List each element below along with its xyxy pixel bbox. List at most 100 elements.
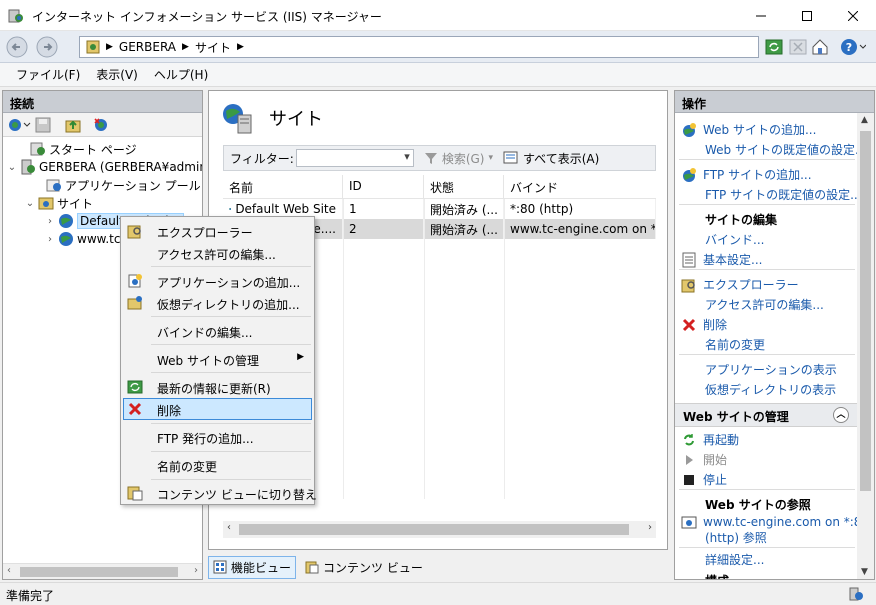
- tree-node-sites[interactable]: ⌄ サイト: [25, 194, 93, 212]
- action-stop[interactable]: 停止: [681, 471, 727, 488]
- home-icon[interactable]: [811, 38, 829, 56]
- minimize-button[interactable]: [738, 0, 784, 31]
- grid-horizontal-scrollbar[interactable]: ‹ ›: [223, 521, 656, 538]
- globe-icon: [59, 232, 73, 246]
- delete-x-icon: [682, 318, 696, 331]
- scroll-thumb[interactable]: [860, 131, 871, 491]
- expand-arrow-icon[interactable]: ›: [45, 216, 55, 227]
- action-start[interactable]: 開始: [681, 451, 727, 468]
- server-icon: [21, 159, 35, 175]
- filter-label: フィルター:: [230, 151, 294, 166]
- maximize-button[interactable]: [784, 0, 830, 31]
- row-binding: *:80 (http): [504, 199, 656, 219]
- start-icon: [686, 454, 693, 465]
- configure-title: 構成: [705, 572, 729, 579]
- column-name[interactable]: 名前: [223, 175, 343, 198]
- scroll-left-icon[interactable]: ‹: [227, 522, 231, 533]
- stop-icon[interactable]: [789, 38, 807, 56]
- action-advanced-settings[interactable]: 詳細設定...: [705, 551, 764, 568]
- action-edit-permissions[interactable]: アクセス許可の編集...: [705, 296, 824, 313]
- action-rename[interactable]: 名前の変更: [705, 336, 765, 353]
- context-menu: エクスプローラー アクセス許可の編集... アプリケーションの追加... 仮想デ…: [120, 216, 317, 505]
- collapse-up-icon[interactable]: ︿: [833, 407, 849, 423]
- filter-input[interactable]: [295, 149, 414, 167]
- show-all-button[interactable]: すべて表示(A): [503, 150, 599, 167]
- tree-node-app-pools[interactable]: アプリケーション プール: [33, 176, 201, 194]
- stop-square-icon: [684, 474, 694, 485]
- action-web-site-defaults[interactable]: Web サイトの既定値の設定...: [705, 141, 866, 158]
- connect-icon[interactable]: [7, 117, 31, 133]
- tree-node-start-page[interactable]: スタート ページ: [17, 140, 137, 158]
- disconnect-icon[interactable]: [93, 117, 109, 133]
- context-item-switch-content-view[interactable]: コンテンツ ビューに切り替え: [123, 482, 317, 504]
- add-virtual-dir-icon: [127, 296, 142, 310]
- scroll-down-icon[interactable]: ▼: [861, 567, 868, 577]
- tree-node-server[interactable]: ⌄ GERBERA (GERBERA¥adminku: [7, 158, 202, 176]
- globe-icon: [59, 214, 73, 228]
- help-icon[interactable]: ?: [840, 38, 866, 56]
- forward-button[interactable]: [36, 36, 58, 58]
- submenu-arrow-icon: ▶: [297, 352, 304, 362]
- context-item-edit-bindings[interactable]: バインドの編集...: [123, 320, 312, 342]
- context-item-explore[interactable]: エクスプローラー: [123, 220, 312, 242]
- address-box[interactable]: ▶ GERBERA ▶ サイト ▶: [79, 36, 759, 58]
- action-explore[interactable]: エクスプローラー: [681, 276, 799, 293]
- scroll-thumb[interactable]: [239, 524, 629, 535]
- action-basic-settings[interactable]: 基本設定...: [681, 251, 762, 268]
- menu-file[interactable]: ファイル(F): [8, 66, 88, 83]
- context-item-rename[interactable]: 名前の変更: [123, 454, 312, 476]
- minimize-icon: [756, 15, 766, 16]
- breadcrumb-sites[interactable]: サイト: [195, 39, 231, 56]
- scroll-up-icon[interactable]: ▲: [861, 115, 868, 125]
- context-item-manage-web-site[interactable]: Web サイトの管理 ▶: [123, 348, 312, 370]
- action-browse-link-line2[interactable]: (http) 参照: [705, 529, 767, 546]
- breadcrumb-separator-icon: ▶: [236, 42, 244, 52]
- menu-help[interactable]: ヘルプ(H): [146, 66, 216, 83]
- up-level-icon[interactable]: [65, 117, 81, 133]
- back-button[interactable]: [6, 36, 28, 58]
- context-item-remove[interactable]: 削除: [123, 398, 312, 420]
- close-button[interactable]: [830, 0, 876, 31]
- breadcrumb-gerbera[interactable]: GERBERA: [119, 40, 176, 54]
- tree-node-tc-engine[interactable]: › www.tc: [45, 230, 120, 248]
- scroll-left-icon[interactable]: ‹: [7, 565, 11, 576]
- context-item-add-virtual-dir[interactable]: 仮想ディレクトリの追加...: [123, 292, 312, 314]
- add-application-icon: [128, 274, 142, 288]
- column-binding[interactable]: バインド: [504, 175, 656, 198]
- action-view-virtual-dirs[interactable]: 仮想ディレクトリの表示: [705, 381, 836, 398]
- menu-view[interactable]: 表示(V): [88, 66, 146, 83]
- action-view-applications[interactable]: アプリケーションの表示: [705, 361, 837, 378]
- action-remove[interactable]: 削除: [681, 316, 727, 333]
- collapse-arrow-icon[interactable]: ⌄: [25, 198, 35, 209]
- save-icon[interactable]: [35, 117, 51, 133]
- tab-feature-view[interactable]: 機能ビュー: [208, 555, 297, 579]
- actions-vertical-scrollbar[interactable]: ▲ ▼: [857, 113, 874, 579]
- browse-web-site-title: Web サイトの参照: [705, 498, 811, 512]
- explorer-icon: [127, 225, 141, 239]
- manage-web-site-section[interactable]: Web サイトの管理 ︿: [675, 403, 857, 427]
- action-browse-link[interactable]: www.tc-engine.com on *:80: [681, 514, 869, 530]
- expand-arrow-icon[interactable]: ›: [45, 234, 55, 245]
- action-restart[interactable]: 再起動: [681, 431, 739, 448]
- refresh-icon[interactable]: [765, 38, 783, 56]
- action-add-ftp-site[interactable]: FTP サイトの追加...: [681, 166, 812, 183]
- explorer-icon: [681, 279, 695, 292]
- add-ftp-icon: [683, 167, 696, 182]
- context-item-add-ftp-publishing[interactable]: FTP 発行の追加...: [123, 426, 312, 448]
- column-state[interactable]: 状態: [424, 175, 504, 198]
- action-bindings[interactable]: バインド...: [705, 231, 764, 248]
- scroll-thumb[interactable]: [20, 567, 178, 577]
- action-add-web-site[interactable]: Web サイトの追加...: [681, 121, 816, 138]
- context-item-add-application[interactable]: アプリケーションの追加...: [123, 270, 312, 292]
- column-id[interactable]: ID: [343, 175, 424, 198]
- scroll-right-icon[interactable]: ›: [648, 522, 652, 533]
- context-item-refresh[interactable]: 最新の情報に更新(R): [123, 376, 312, 398]
- context-item-edit-permissions[interactable]: アクセス許可の編集...: [123, 242, 312, 264]
- collapse-arrow-icon[interactable]: ⌄: [7, 162, 17, 173]
- action-ftp-site-defaults[interactable]: FTP サイトの既定値の設定...: [705, 186, 862, 203]
- scroll-right-icon[interactable]: ›: [194, 565, 198, 576]
- tab-content-view[interactable]: コンテンツ ビュー: [300, 556, 428, 579]
- connections-horizontal-scrollbar[interactable]: ‹ ›: [3, 563, 202, 579]
- page-title: サイト: [269, 109, 323, 130]
- search-button[interactable]: 検索(G) ▾: [424, 150, 493, 167]
